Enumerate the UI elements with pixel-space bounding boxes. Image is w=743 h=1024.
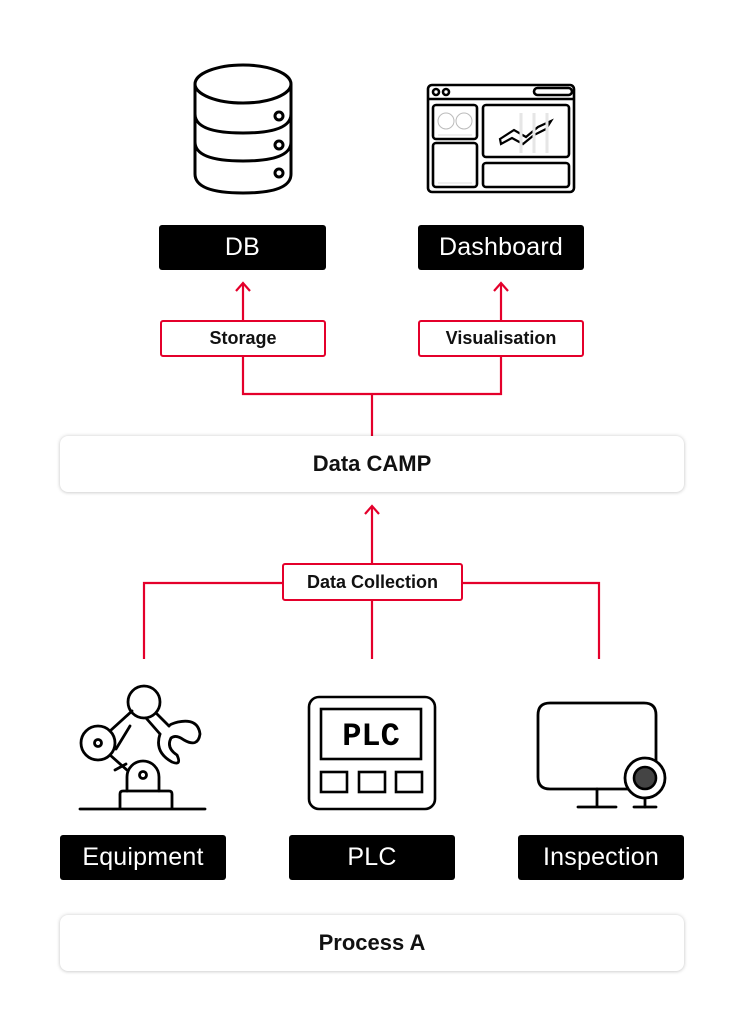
inspection-label: Inspection (518, 835, 684, 880)
plc-screen-text: PLC (342, 718, 400, 755)
data-collection-flow-label: Data Collection (282, 563, 463, 601)
dashboard-icon (426, 83, 576, 194)
data-camp-label: Data CAMP (312, 451, 432, 476)
equipment-label: Equipment (60, 835, 226, 880)
dashboard-label: Dashboard (418, 225, 584, 270)
process-panel: Process A (60, 915, 684, 971)
process-label: Process A (318, 930, 426, 955)
monitor-camera-icon (536, 701, 667, 809)
storage-flow-label: Storage (160, 320, 326, 357)
visualisation-flow-label: Visualisation (418, 320, 584, 357)
robot-arm-icon (78, 684, 207, 811)
plc-label: PLC (289, 835, 455, 880)
database-icon (193, 63, 293, 195)
data-camp-hub: Data CAMP (60, 436, 684, 492)
db-label: DB (159, 225, 326, 270)
connector-hub-branch (241, 356, 503, 436)
plc-icon: PLC (307, 695, 437, 811)
